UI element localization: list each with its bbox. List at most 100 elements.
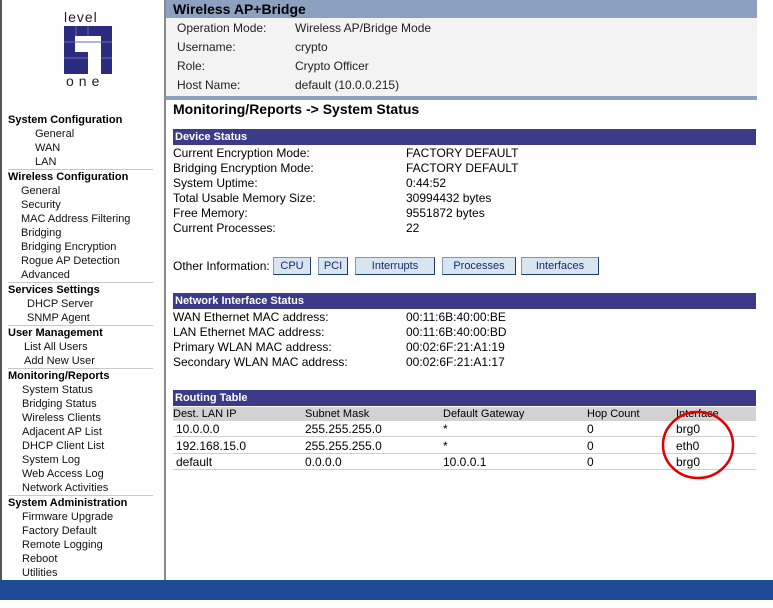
sidebar-item-wireless-clients[interactable]: Wireless Clients bbox=[8, 411, 153, 425]
sidebar-item-system-status[interactable]: System Status bbox=[8, 383, 153, 397]
status-value: 30994432 bytes bbox=[406, 191, 492, 205]
status-value: 00:11:6B:40:00:BD bbox=[406, 325, 507, 339]
nav-section-user-management: User Management bbox=[8, 327, 103, 339]
status-value: 22 bbox=[406, 221, 420, 235]
red-circle-annotation bbox=[661, 410, 735, 480]
column-header-default-gateway: Default Gateway bbox=[443, 408, 525, 420]
interfaces-button[interactable]: Interfaces bbox=[521, 257, 599, 275]
info-row-operation-mode: Operation Mode: Wireless AP/Bridge Mode bbox=[177, 19, 431, 38]
sidebar-item-system-log[interactable]: System Log bbox=[8, 453, 153, 467]
sidebar-item-network-activities[interactable]: Network Activities bbox=[8, 481, 153, 495]
cell-default-gateway: * bbox=[443, 422, 448, 436]
status-row-free-memory: Free Memory: 9551872 bytes bbox=[173, 206, 485, 221]
sidebar-item-general[interactable]: General bbox=[8, 127, 153, 141]
sidebar-item-web-access-log[interactable]: Web Access Log bbox=[8, 467, 153, 481]
sidebar-nav: System Configuration General WAN LAN Wireles… bbox=[8, 113, 153, 580]
interrupts-button[interactable]: Interrupts bbox=[355, 257, 435, 275]
status-value: FACTORY DEFAULT bbox=[406, 146, 519, 160]
app-title: Wireless AP+Bridge bbox=[166, 0, 757, 18]
info-value: Wireless AP/Bridge Mode bbox=[295, 21, 432, 35]
sidebar-item-mac-address-filtering[interactable]: MAC Address Filtering bbox=[8, 212, 153, 226]
status-row-secondary-wlan-mac-address: Secondary WLAN MAC address: 00:02:6F:21:A… bbox=[173, 355, 505, 370]
device-status-header: Device Status bbox=[173, 129, 756, 145]
svg-text:one: one bbox=[66, 73, 104, 88]
sidebar-item-utilities[interactable]: Utilities bbox=[8, 566, 153, 580]
status-value: FACTORY DEFAULT bbox=[406, 161, 519, 175]
status-row-system-uptime: System Uptime: 0:44:52 bbox=[173, 176, 446, 191]
cell-subnet-mask: 255.255.255.0 bbox=[305, 422, 382, 436]
sidebar-item-firmware-upgrade[interactable]: Firmware Upgrade bbox=[8, 510, 153, 524]
status-value: 00:11:6B:40:00:BE bbox=[406, 310, 506, 324]
sidebar-item-factory-default[interactable]: Factory Default bbox=[8, 524, 153, 538]
sidebar-item-dhcp-client-list[interactable]: DHCP Client List bbox=[8, 439, 153, 453]
cpu-button[interactable]: CPU bbox=[273, 257, 311, 275]
sidebar-item-wan[interactable]: WAN bbox=[8, 141, 153, 155]
sidebar-item-list-all-users[interactable]: List All Users bbox=[8, 340, 153, 354]
sidebar-item-security[interactable]: Security bbox=[8, 198, 153, 212]
sidebar-item-bridging-status[interactable]: Bridging Status bbox=[8, 397, 153, 411]
status-row-bridging-encryption-mode: Bridging Encryption Mode: FACTORY DEFAULT bbox=[173, 161, 518, 176]
status-label: Free Memory: bbox=[173, 206, 248, 220]
sidebar-item-bridging[interactable]: Bridging bbox=[8, 226, 153, 240]
sidebar-item-adjacent-ap-list[interactable]: Adjacent AP List bbox=[8, 425, 153, 439]
pci-button[interactable]: PCI bbox=[318, 257, 348, 275]
status-label: Bridging Encryption Mode: bbox=[173, 161, 314, 175]
info-label: Role: bbox=[177, 59, 206, 73]
cell-dest-lan-ip: default bbox=[176, 455, 213, 469]
sidebar-item-dhcp-server[interactable]: DHCP Server bbox=[8, 297, 153, 311]
info-value: default (10.0.0.215) bbox=[295, 78, 400, 92]
footer-bar bbox=[0, 580, 773, 600]
nav-section-monitoring-reports: Monitoring/Reports bbox=[8, 370, 110, 382]
processes-button[interactable]: Processes bbox=[442, 257, 516, 275]
info-label: Username: bbox=[177, 40, 236, 54]
cell-default-gateway: * bbox=[443, 438, 448, 453]
status-row-current-encryption-mode: Current Encryption Mode: FACTORY DEFAULT bbox=[173, 146, 518, 161]
status-label: LAN Ethernet MAC address: bbox=[173, 325, 325, 339]
routing-table-header: Routing Table bbox=[173, 390, 756, 406]
cell-dest-lan-ip: 192.168.15.0 bbox=[176, 438, 247, 453]
info-label: Host Name: bbox=[177, 78, 241, 92]
sidebar-item-reboot[interactable]: Reboot bbox=[8, 552, 153, 566]
sidebar: level one System Configuration General WAN… bbox=[0, 0, 166, 580]
sidebar-item-lan[interactable]: LAN bbox=[8, 155, 153, 169]
status-label: WAN Ethernet MAC address: bbox=[173, 310, 329, 324]
info-value: Crypto Officer bbox=[295, 59, 369, 73]
other-info-label: Other Information: bbox=[173, 259, 270, 273]
sidebar-item-rogue-ap-detection[interactable]: Rogue AP Detection bbox=[8, 254, 153, 268]
sidebar-item-snmp-agent[interactable]: SNMP Agent bbox=[8, 311, 153, 325]
status-label: Current Encryption Mode: bbox=[173, 146, 310, 160]
status-row-wan-ethernet-mac-address: WAN Ethernet MAC address: 00:11:6B:40:00:… bbox=[173, 310, 506, 325]
nav-section-system-administration: System Administration bbox=[8, 497, 128, 509]
info-row-username: Username: crypto bbox=[177, 38, 328, 57]
cell-hop-count: 0 bbox=[587, 422, 594, 436]
page-title: Monitoring/Reports -> System Status bbox=[173, 101, 420, 117]
status-row-primary-wlan-mac-address: Primary WLAN MAC address: 00:02:6F:21:A1:… bbox=[173, 340, 505, 355]
info-row-host-name: Host Name: default (10.0.0.215) bbox=[177, 76, 399, 95]
status-label: Secondary WLAN MAC address: bbox=[173, 355, 348, 369]
sidebar-item-remote-logging[interactable]: Remote Logging bbox=[8, 538, 153, 552]
column-header-dest-lan-ip: Dest. LAN IP bbox=[173, 408, 237, 420]
status-value: 0:44:52 bbox=[406, 176, 447, 190]
nav-section-wireless-configuration: Wireless Configuration bbox=[8, 171, 129, 183]
sidebar-item-general[interactable]: General bbox=[8, 184, 153, 198]
sidebar-item-bridging-encryption[interactable]: Bridging Encryption bbox=[8, 240, 153, 254]
network-status-header: Network Interface Status bbox=[173, 293, 756, 309]
cell-dest-lan-ip: 10.0.0.0 bbox=[176, 422, 220, 436]
status-row-lan-ethernet-mac-address: LAN Ethernet MAC address: 00:11:6B:40:00:… bbox=[173, 325, 507, 340]
svg-text:level: level bbox=[64, 10, 98, 25]
status-label: Current Processes: bbox=[173, 221, 276, 235]
status-row-current-processes: Current Processes: 22 bbox=[173, 221, 419, 236]
levelone-logo: level one bbox=[64, 10, 112, 88]
info-label: Operation Mode: bbox=[177, 21, 267, 35]
status-label: System Uptime: bbox=[173, 176, 258, 190]
status-row-total-usable-memory-size: Total Usable Memory Size: 30994432 bytes bbox=[173, 191, 491, 206]
sidebar-item-advanced[interactable]: Advanced bbox=[8, 268, 153, 282]
sidebar-item-add-new-user[interactable]: Add New User bbox=[8, 354, 153, 368]
status-label: Total Usable Memory Size: bbox=[173, 191, 316, 205]
session-info: Operation Mode: Wireless AP/Bridge Mode Us… bbox=[166, 18, 757, 96]
nav-section-services-settings: Services Settings bbox=[8, 284, 100, 296]
cell-subnet-mask: 255.255.255.0 bbox=[305, 438, 382, 453]
cell-hop-count: 0 bbox=[587, 438, 594, 453]
column-header-hop-count: Hop Count bbox=[587, 408, 640, 420]
status-value: 00:02:6F:21:A1:19 bbox=[406, 340, 505, 354]
